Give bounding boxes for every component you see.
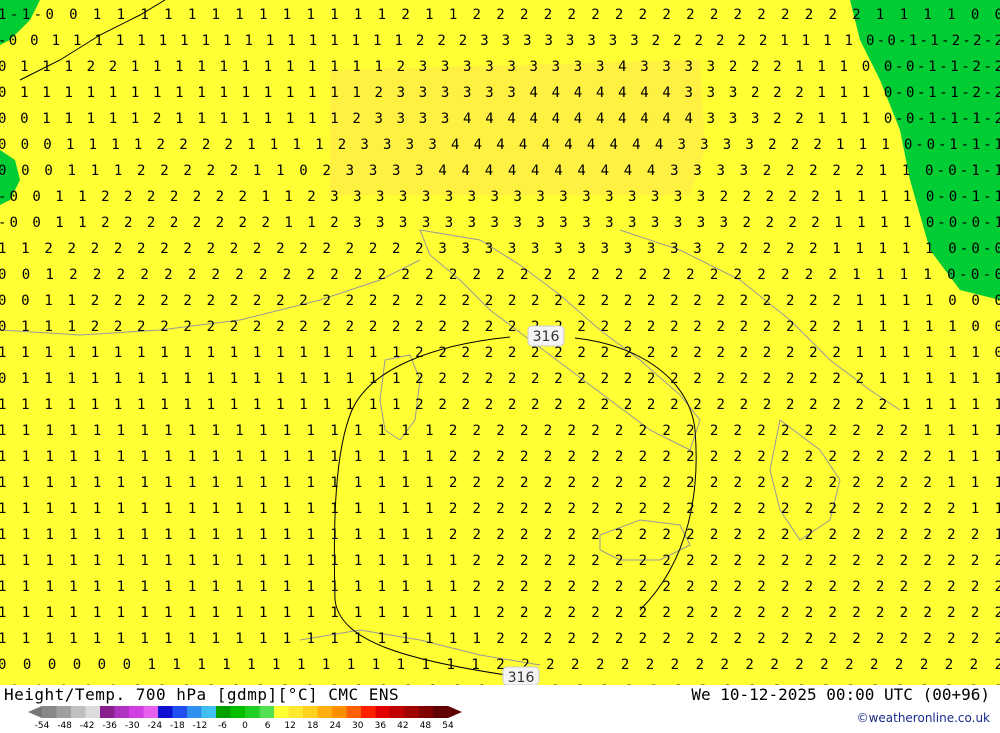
scale-arrow-right [448, 706, 462, 718]
contour-label-1: 316 [527, 325, 565, 347]
scale-block [404, 706, 420, 718]
grid-row: 1 1 2 2 2 2 2 2 2 2 2 2 2 2 2 2 2 2 2 3 … [0, 241, 1000, 257]
scale-block [375, 706, 391, 718]
scale-block [332, 706, 347, 718]
grid-row: 0 0 1 1 1 1 1 2 1 1 1 1 1 1 1 1 2 3 3 3 … [0, 111, 1000, 127]
scale-block [346, 706, 362, 718]
scale-block [274, 706, 289, 718]
grid-row: 0 1 1 1 2 2 1 1 1 1 1 1 1 1 1 1 1 1 2 3 … [0, 59, 1000, 75]
scale-block [390, 706, 405, 718]
scale-tick-label: 42 [397, 721, 408, 731]
grid-row: 1 1 1 1 1 1 1 1 1 1 1 1 1 1 1 1 1 1 2 2 … [0, 345, 1000, 361]
scale-block [259, 706, 275, 718]
color-scale-ticks: -54 -48 -42 -36 -30 -24 -18 -12 -6 0 6 12 18 24 30 36 42… [35, 721, 454, 731]
scale-tick-label: -18 [170, 721, 185, 731]
scale-tick-label: 36 [375, 721, 387, 731]
grid-row: 1 1 1 1 1 1 1 1 1 1 1 1 1 1 1 1 1 1 2 2 … [0, 397, 1000, 413]
scale-block [317, 706, 333, 718]
grid-row: 0 1 1 1 1 1 1 1 1 1 1 1 1 1 1 1 1 1 2 2 … [0, 371, 1000, 387]
scale-tick-label: 24 [329, 721, 341, 731]
scale-block [71, 706, 86, 718]
scale-block [114, 706, 130, 718]
scale-block [303, 706, 318, 718]
grid-row: 0 0 0 0 0 0 1 1 1 1 1 1 1 1 1 1 1 1 1 1 … [0, 657, 1000, 673]
grid-row: 0 0 0 1 1 1 1 2 2 2 2 1 1 1 1 2 3 3 3 3 … [0, 137, 1000, 153]
scale-block [158, 706, 173, 718]
grid-row: 0 1 1 1 2 2 2 2 2 2 2 2 2 2 2 2 2 2 2 2 … [0, 319, 1000, 335]
scale-tick-label: -36 [102, 721, 117, 731]
scale-block [245, 706, 260, 718]
scale-tick-label: -54 [35, 721, 50, 731]
scale-tick-label: -42 [80, 721, 95, 731]
map-footer: Height/Temp. 700 hPa [gdmp][°C] CMC ENS … [0, 685, 1000, 733]
scale-block [201, 706, 217, 718]
scale-block [100, 706, 115, 718]
weather-map: 1-1-0 0 1 1 1 1 1 1 1 1 1 1 1 1 1 2 1 1 … [0, 0, 1000, 685]
scale-arrow-left [28, 706, 42, 718]
scale-block [172, 706, 188, 718]
grid-row: 0 0 1 1 2 2 2 2 2 2 2 2 2 2 2 2 2 2 2 2 … [0, 293, 1000, 309]
grid-row: 0 1 1 1 1 1 1 1 1 1 1 1 1 1 1 1 1 2 3 3 … [0, 85, 1000, 101]
scale-block [56, 706, 72, 718]
scale-tick-label: 0 [242, 721, 248, 731]
scale-block [288, 706, 304, 718]
color-scale-blocks [28, 706, 462, 718]
scale-block [143, 706, 159, 718]
forecast-date: We 10-12-2025 00:00 UTC (00+96) [691, 685, 990, 704]
scale-block [187, 706, 202, 718]
scale-tick-label: 12 [284, 721, 295, 731]
scale-tick-label: 54 [442, 721, 454, 731]
color-scale: -54 -48 -42 -36 -30 -24 -18 -12 -6 0 6 12 18 24 30 36 42… [28, 706, 462, 731]
scale-block [42, 706, 57, 718]
scale-tick-label: -24 [147, 721, 162, 731]
scale-block [129, 706, 144, 718]
map-title: Height/Temp. 700 hPa [gdmp][°C] CMC ENS [4, 685, 400, 704]
svg-text:316: 316 [533, 329, 560, 345]
map-canvas: 1-1-0 0 1 1 1 1 1 1 1 1 1 1 1 1 1 2 1 1 … [0, 0, 1000, 685]
scale-tick-label: 30 [352, 721, 364, 731]
svg-text:316: 316 [508, 670, 535, 685]
scale-tick-label: -12 [193, 721, 208, 731]
scale-tick-label: 18 [307, 721, 319, 731]
contour-label-2: 316 [502, 666, 540, 685]
scale-tick-label: 6 [265, 721, 271, 731]
credit-link[interactable]: ©weatheronline.co.uk [857, 711, 990, 725]
scale-block [419, 706, 434, 718]
scale-tick-label: -6 [218, 721, 227, 731]
scale-block [230, 706, 246, 718]
scale-tick-label: 48 [420, 721, 432, 731]
scale-block [85, 706, 101, 718]
scale-block [361, 706, 376, 718]
scale-tick-label: -30 [125, 721, 140, 731]
grid-row: 0 0 0 1 1 1 2 2 2 2 2 1 1 0 2 3 3 3 3 4 … [0, 163, 1000, 179]
scale-tick-label: -48 [57, 721, 72, 731]
scale-block [433, 706, 449, 718]
scale-block [216, 706, 231, 718]
